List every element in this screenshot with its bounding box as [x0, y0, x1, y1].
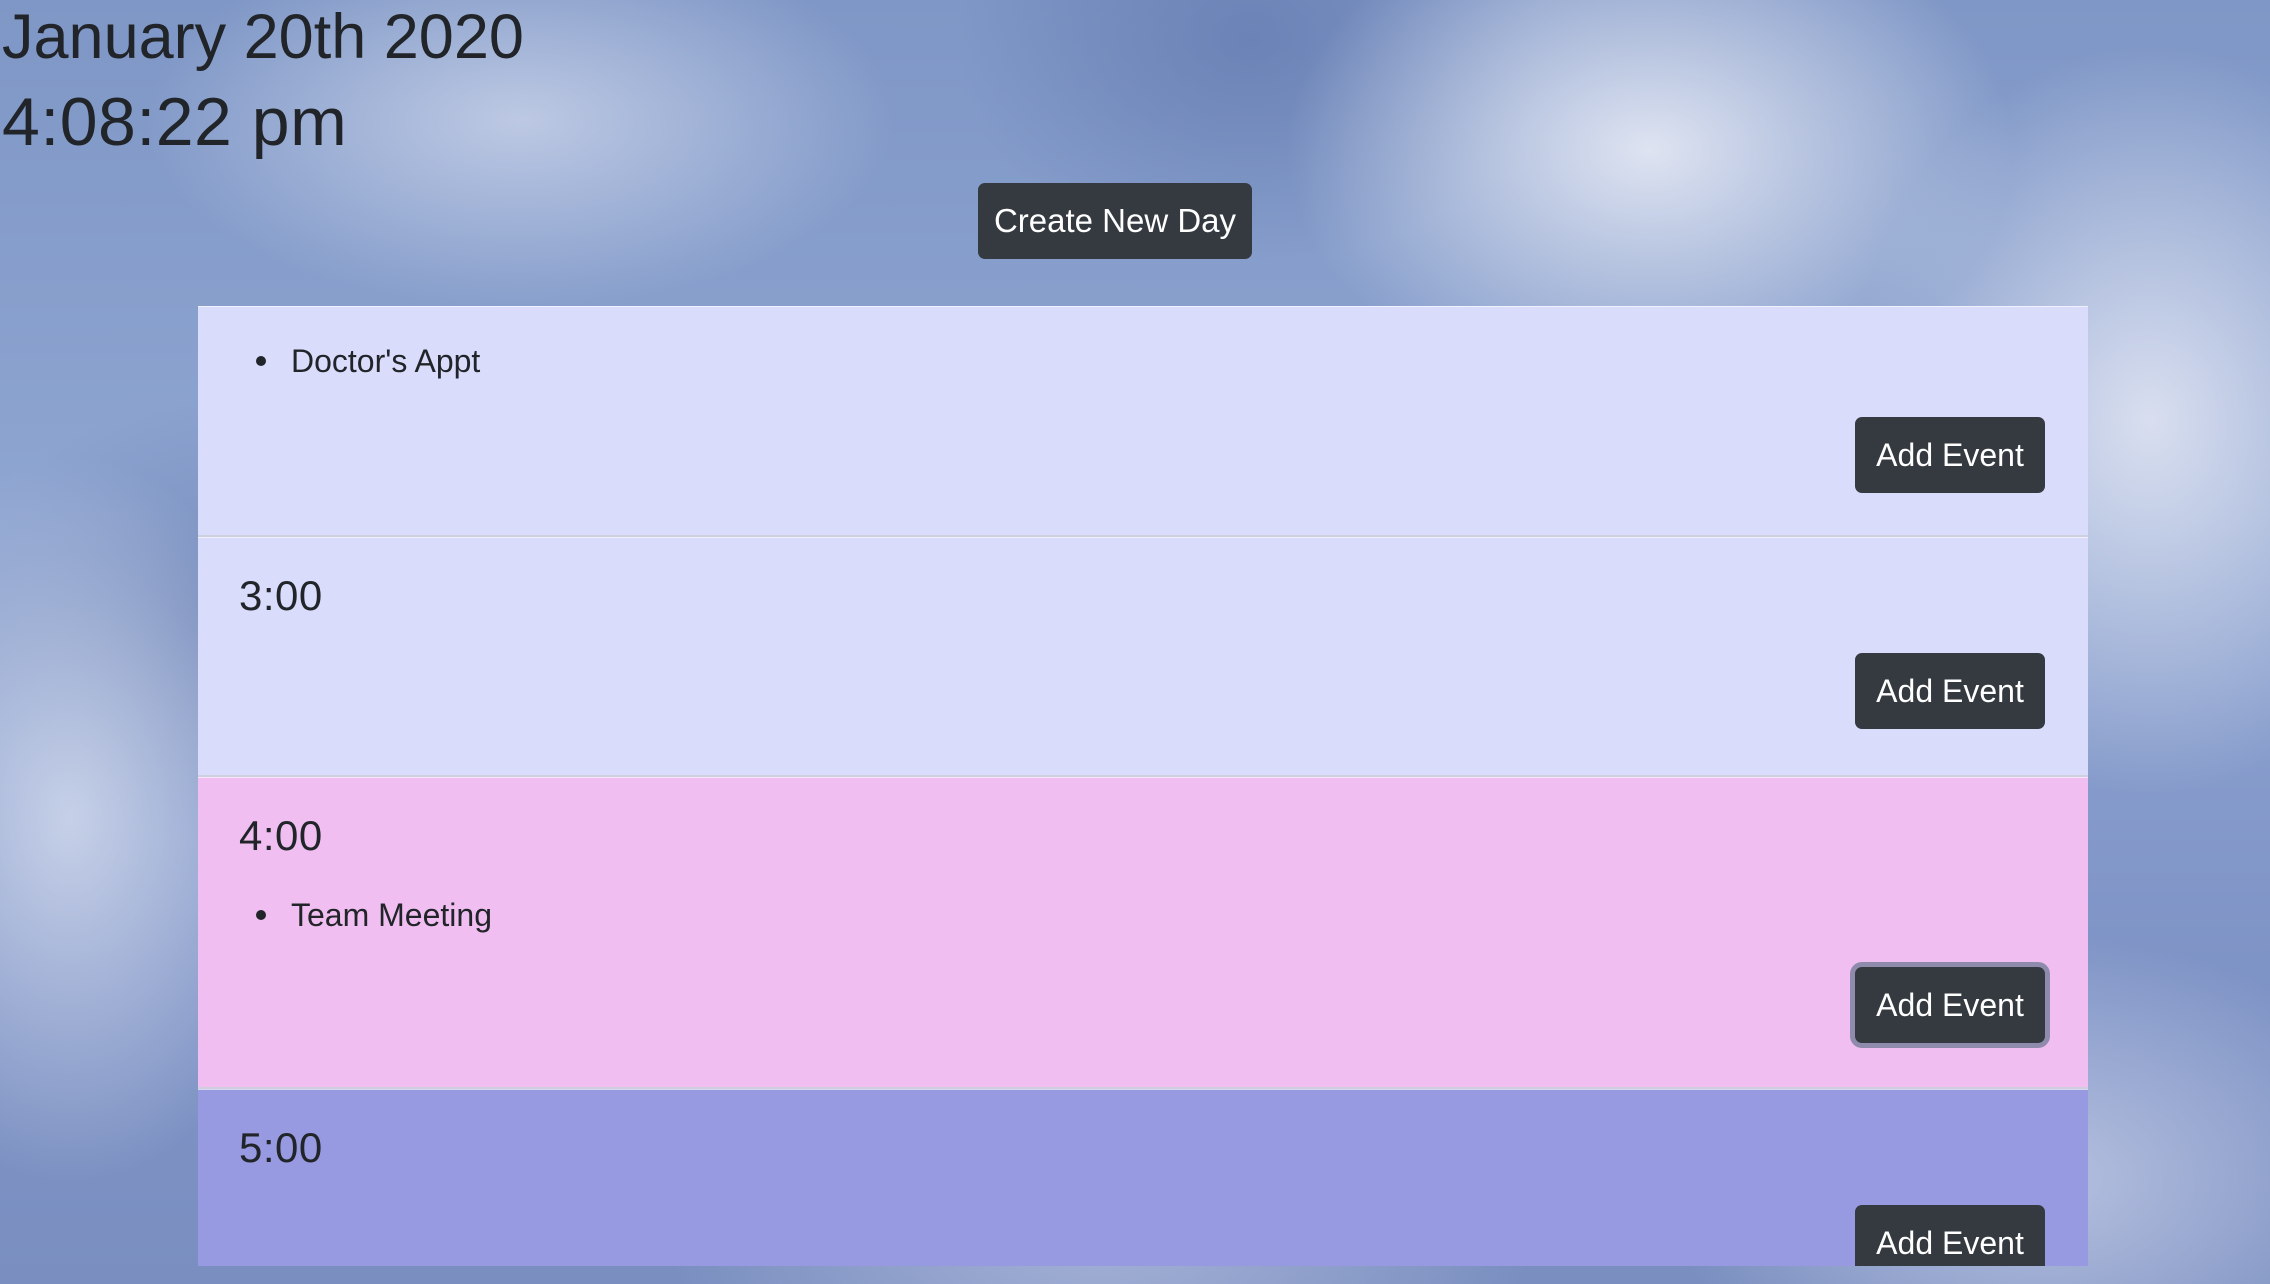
event-item: Doctor's Appt — [256, 339, 480, 383]
add-event-button[interactable]: Add Event — [1855, 417, 2045, 493]
add-event-button[interactable]: Add Event — [1855, 1205, 2045, 1266]
event-item: Team Meeting — [256, 893, 492, 937]
hour-label: 4:00 — [239, 812, 323, 859]
add-event-button[interactable]: Add Event — [1855, 967, 2045, 1043]
bullet-icon — [256, 356, 266, 366]
current-time: 4:08:22 pm — [2, 84, 348, 160]
event-list: Team Meeting — [256, 893, 492, 937]
event-text: Team Meeting — [291, 896, 492, 933]
hour-label: 5:00 — [239, 1124, 323, 1171]
day-planner: Doctor's Appt Add Event 3:00 Add Event 4… — [198, 306, 2088, 1266]
event-list: Doctor's Appt — [256, 339, 480, 383]
hour-label: 3:00 — [239, 572, 323, 619]
bullet-icon — [256, 910, 266, 920]
current-date: January 20th 2020 — [2, 2, 524, 72]
hour-block-2: Doctor's Appt Add Event — [198, 306, 2088, 537]
date-time-header: January 20th 2020 4:08:22 pm — [2, 0, 902, 170]
add-event-button[interactable]: Add Event — [1855, 653, 2045, 729]
hour-block-5: 5:00 Add Event — [198, 1089, 2088, 1266]
create-new-day-button[interactable]: Create New Day — [978, 183, 1252, 259]
hour-block-3: 3:00 Add Event — [198, 537, 2088, 777]
event-text: Doctor's Appt — [291, 342, 481, 379]
hour-block-4: 4:00 Team Meeting Add Event — [198, 777, 2088, 1089]
